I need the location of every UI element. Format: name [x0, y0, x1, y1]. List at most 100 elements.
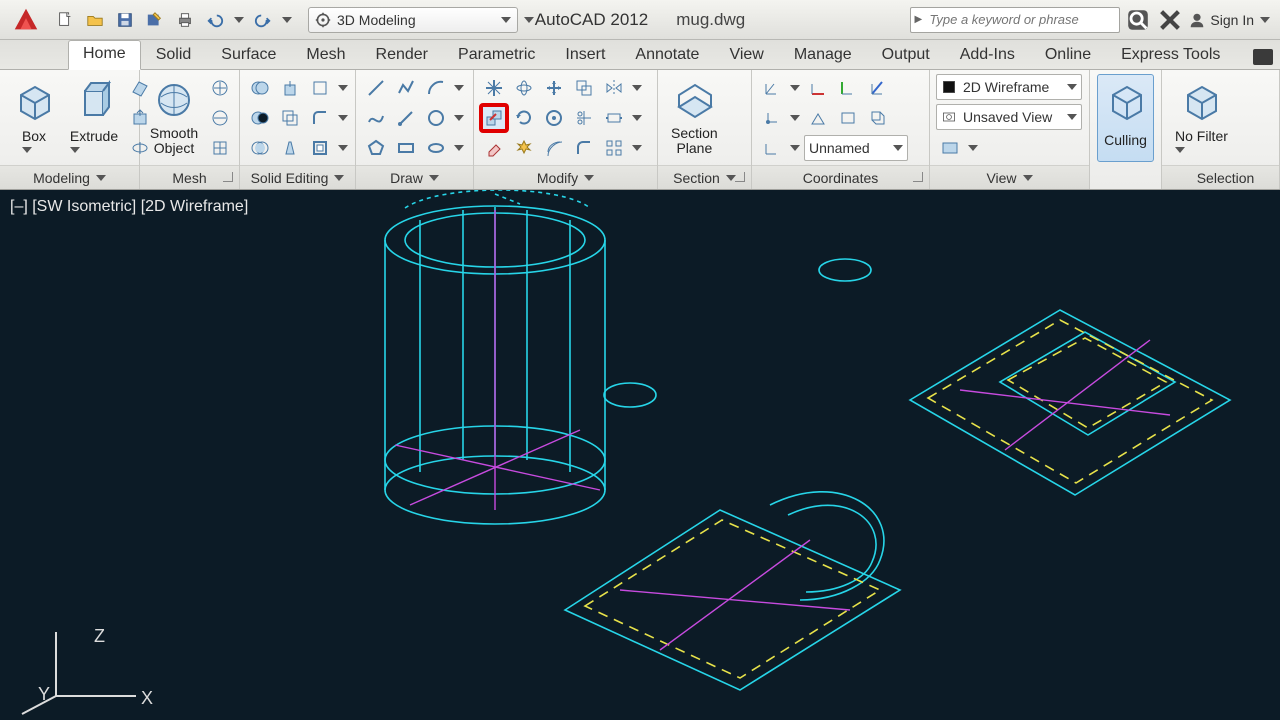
- panel-title-modeling[interactable]: Modeling: [0, 165, 139, 189]
- polygon-icon[interactable]: [362, 134, 390, 162]
- panel-title-section[interactable]: Section: [658, 165, 751, 189]
- search-box[interactable]: ▶: [910, 7, 1120, 33]
- undo-dropdown[interactable]: [232, 6, 246, 34]
- ucs-z-icon[interactable]: [864, 74, 892, 102]
- panel-title-mesh[interactable]: Mesh: [140, 165, 239, 189]
- panel-title-modify[interactable]: Modify: [474, 165, 657, 189]
- ucs-world-dd[interactable]: [788, 74, 802, 102]
- ucs-x-icon[interactable]: [804, 74, 832, 102]
- mirror-icon[interactable]: [600, 74, 628, 102]
- search-input[interactable]: [925, 12, 1119, 27]
- modify-row2-dd[interactable]: [630, 104, 644, 132]
- tab-addins[interactable]: Add-Ins: [945, 41, 1030, 70]
- circle-icon[interactable]: [422, 104, 450, 132]
- solid-edit-row2-dd[interactable]: [336, 104, 350, 132]
- draw-row1-dd[interactable]: [452, 74, 466, 102]
- line-icon[interactable]: [362, 74, 390, 102]
- no-filter-button[interactable]: No Filter: [1168, 74, 1235, 162]
- box-button[interactable]: Box: [6, 74, 62, 162]
- draw-row2-dd[interactable]: [452, 104, 466, 132]
- ucs-named-icon[interactable]: [758, 134, 786, 162]
- move-3d-icon[interactable]: [480, 74, 508, 102]
- tab-insert[interactable]: Insert: [550, 41, 620, 70]
- offset-face-icon[interactable]: [276, 104, 304, 132]
- erase-icon[interactable]: [480, 134, 508, 162]
- visual-style-combo[interactable]: 2D Wireframe: [936, 74, 1082, 100]
- view-manager-dd[interactable]: [966, 134, 980, 162]
- tab-parametric[interactable]: Parametric: [443, 41, 550, 70]
- trim-icon[interactable]: [570, 104, 598, 132]
- panel-title-selection[interactable]: Selection: [1162, 165, 1279, 189]
- tab-express[interactable]: Express Tools: [1106, 41, 1235, 70]
- rectangle-icon[interactable]: [392, 134, 420, 162]
- ucs-origin-dd[interactable]: [788, 104, 802, 132]
- panel-title-coordinates[interactable]: Coordinates: [752, 165, 929, 189]
- panel-title-solid-editing[interactable]: Solid Editing: [240, 165, 355, 189]
- array-icon[interactable]: [600, 134, 628, 162]
- solid-edit-row3-dd[interactable]: [336, 134, 350, 162]
- ucs-world-icon[interactable]: [758, 74, 786, 102]
- ucs-3point-icon[interactable]: [804, 104, 832, 132]
- ucs-named-combo[interactable]: Unnamed: [804, 135, 908, 161]
- tab-home[interactable]: Home: [68, 40, 141, 70]
- stretch-icon[interactable]: [600, 104, 628, 132]
- app-menu-button[interactable]: [4, 0, 48, 40]
- smooth-object-button[interactable]: Smooth Object: [146, 74, 202, 162]
- explode-icon[interactable]: [510, 134, 538, 162]
- panel-title-draw[interactable]: Draw: [356, 165, 473, 189]
- exchange-icon[interactable]: [1156, 6, 1184, 34]
- ray-icon[interactable]: [392, 104, 420, 132]
- tab-online[interactable]: Online: [1030, 41, 1106, 70]
- extract-edges-icon[interactable]: [306, 74, 334, 102]
- saved-view-combo[interactable]: Unsaved View: [936, 104, 1082, 130]
- tab-overflow[interactable]: [1253, 49, 1273, 65]
- copy-icon[interactable]: [570, 74, 598, 102]
- new-icon[interactable]: [52, 7, 78, 33]
- intersect-icon[interactable]: [246, 134, 274, 162]
- tab-view[interactable]: View: [714, 41, 778, 70]
- mesh-refine-icon[interactable]: [206, 134, 234, 162]
- view-manager-icon[interactable]: [936, 134, 964, 162]
- rotate-3d-icon[interactable]: [510, 74, 538, 102]
- offset-icon[interactable]: [540, 134, 568, 162]
- ellipse-icon[interactable]: [422, 134, 450, 162]
- undo-icon[interactable]: [202, 7, 228, 33]
- tab-render[interactable]: Render: [361, 41, 443, 70]
- open-icon[interactable]: [82, 7, 108, 33]
- solid-edit-row1-dd[interactable]: [336, 74, 350, 102]
- culling-button[interactable]: Culling: [1097, 74, 1154, 162]
- tab-annotate[interactable]: Annotate: [620, 41, 714, 70]
- extrude-face-icon[interactable]: [276, 74, 304, 102]
- subtract-icon[interactable]: [246, 104, 274, 132]
- union-icon[interactable]: [246, 74, 274, 102]
- shell-icon[interactable]: [306, 134, 334, 162]
- modify-row3-dd[interactable]: [630, 134, 644, 162]
- extrude-button[interactable]: Extrude: [66, 74, 122, 162]
- tab-surface[interactable]: Surface: [206, 41, 291, 70]
- saveas-icon[interactable]: [142, 7, 168, 33]
- redo-dropdown[interactable]: [280, 6, 294, 34]
- tab-output[interactable]: Output: [867, 41, 945, 70]
- scale-icon[interactable]: [540, 104, 568, 132]
- modify-row1-dd[interactable]: [630, 74, 644, 102]
- workspace-selector[interactable]: 3D Modeling: [308, 7, 518, 33]
- print-icon[interactable]: [172, 7, 198, 33]
- taper-face-icon[interactable]: [276, 134, 304, 162]
- fillet-edge-icon[interactable]: [306, 104, 334, 132]
- tab-mesh[interactable]: Mesh: [291, 41, 360, 70]
- arc-icon[interactable]: [422, 74, 450, 102]
- mesh-more-icon[interactable]: [206, 74, 234, 102]
- viewport[interactable]: [–] [SW Isometric] [2D Wireframe]: [0, 190, 1280, 720]
- draw-row3-dd[interactable]: [452, 134, 466, 162]
- ucs-y-icon[interactable]: [834, 74, 862, 102]
- ucs-named-dd[interactable]: [788, 134, 802, 162]
- polyline-icon[interactable]: [392, 74, 420, 102]
- rotate-icon[interactable]: [510, 104, 538, 132]
- search-icon[interactable]: [1124, 6, 1152, 34]
- ucs-view-icon[interactable]: [834, 104, 862, 132]
- spline-icon[interactable]: [362, 104, 390, 132]
- panel-title-view[interactable]: View: [930, 165, 1089, 189]
- save-icon[interactable]: [112, 7, 138, 33]
- redo-icon[interactable]: [250, 7, 276, 33]
- move-icon[interactable]: [540, 74, 568, 102]
